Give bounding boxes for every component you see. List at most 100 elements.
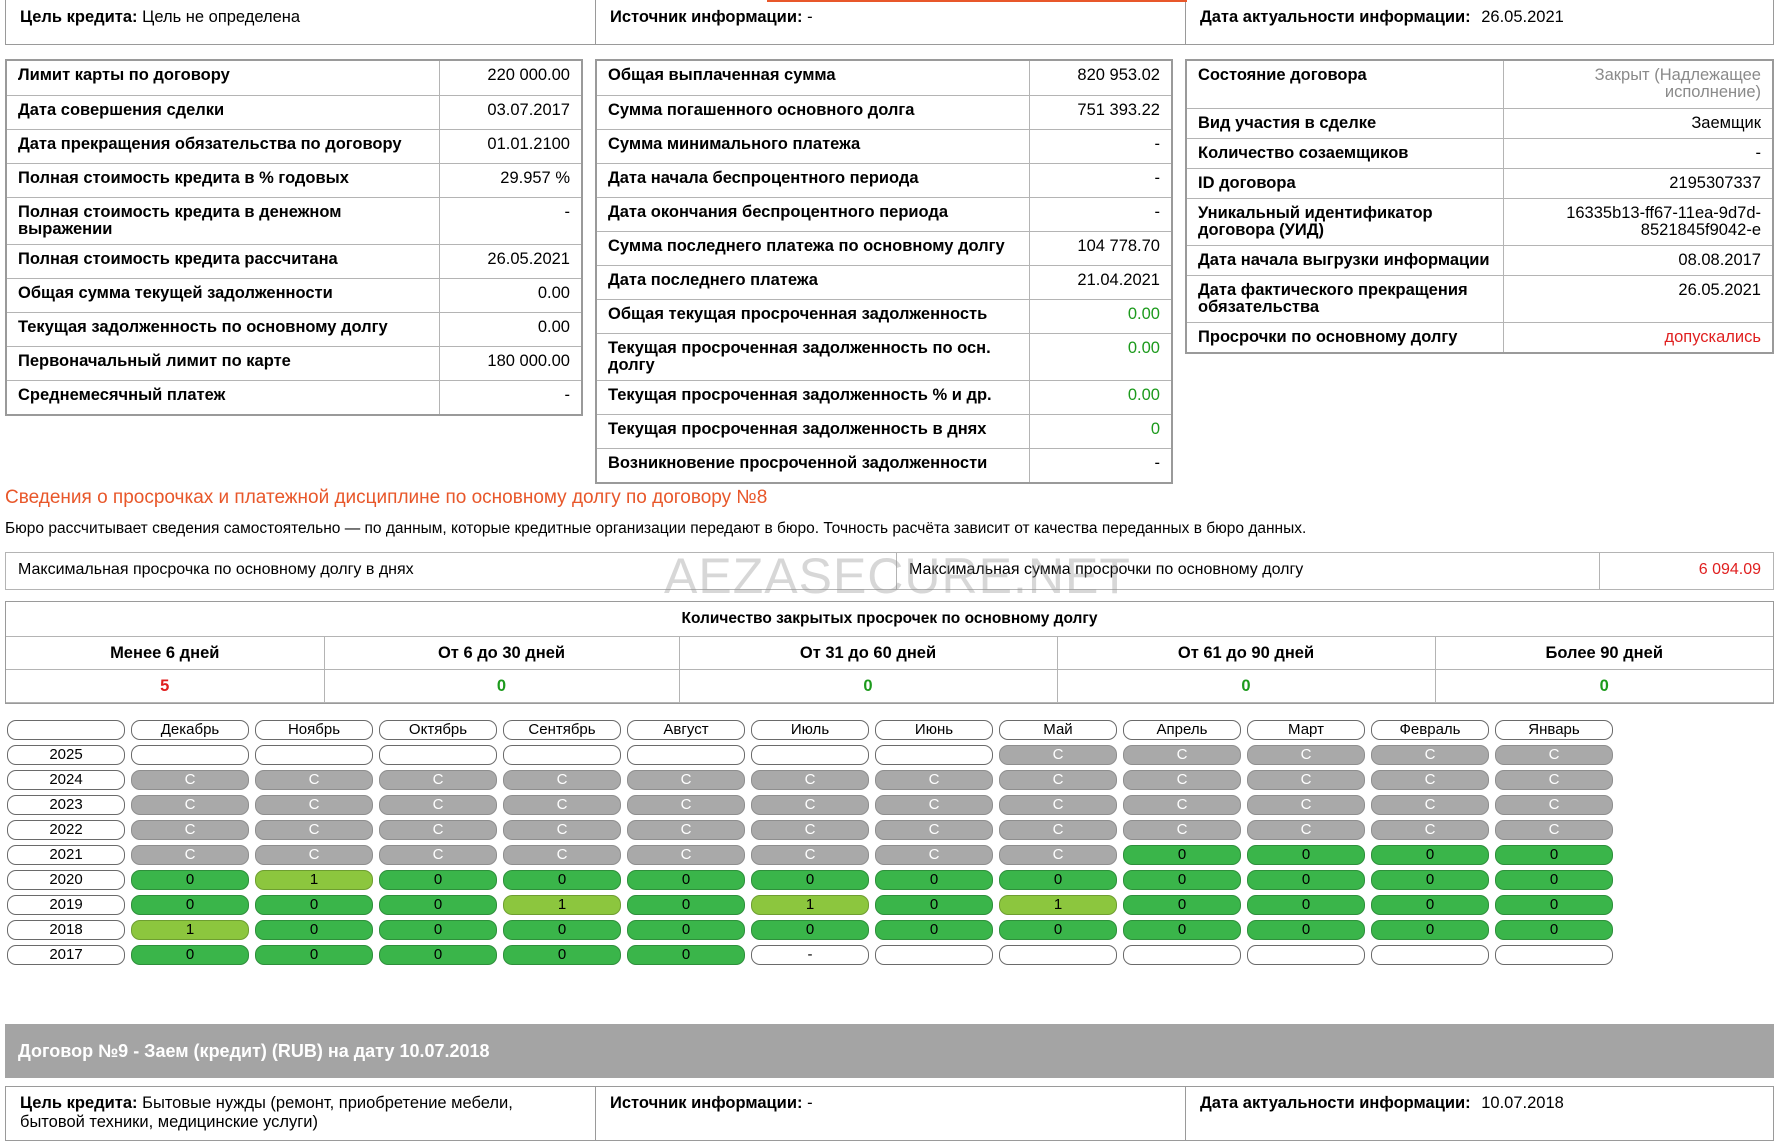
calendar-cell: 0 <box>627 895 745 915</box>
kv-label: Текущая просроченная задолженность по ос… <box>597 332 1030 381</box>
calendar-cell: C <box>255 770 373 790</box>
contract-9-source-label: Источник информации: <box>610 1094 803 1112</box>
calendar-cell: 1 <box>255 870 373 890</box>
closed-overdue-value: 0 <box>323 669 680 703</box>
kv-value: 104 778.70 <box>1028 230 1171 266</box>
calendar-cell: 0 <box>1371 895 1489 915</box>
kv-row: Просрочки по основному долгу допускались <box>1187 321 1772 352</box>
calendar-cell: C <box>503 770 621 790</box>
closed-overdue-title: Количество закрытых просрочек по основно… <box>6 602 1773 637</box>
kv-value: - <box>1028 196 1171 232</box>
kv-row: Возникновение просроченной задолженности… <box>597 447 1171 482</box>
kv-value: 0.00 <box>438 311 581 347</box>
calendar-cell: C <box>875 770 993 790</box>
closed-overdue-header: От 31 до 60 дней <box>678 636 1058 670</box>
kv-value: 0.00 <box>1028 332 1171 381</box>
calendar-month-header: Май <box>999 720 1117 740</box>
kv-label: Текущая просроченная задолженность % и д… <box>597 379 1030 415</box>
calendar-cell: 0 <box>379 895 497 915</box>
calendar-cell: C <box>627 845 745 865</box>
calendar-cell: 0 <box>255 920 373 940</box>
contract-info-strip: Цель кредита: Цель не определена Источни… <box>5 0 1774 45</box>
info-source-value: - <box>807 8 813 26</box>
calendar-cell: 0 <box>379 870 497 890</box>
calendar-month-header: Июнь <box>875 720 993 740</box>
calendar-month-header: Декабрь <box>131 720 249 740</box>
calendar-cell: 0 <box>379 945 497 965</box>
calendar-cell <box>1371 945 1489 965</box>
kv-value: 0 <box>1028 413 1171 449</box>
calendar-cell: C <box>751 845 869 865</box>
kv-label: Общая текущая просроченная задолженность <box>597 298 1030 334</box>
kv-label: Количество созаемщиков <box>1187 137 1504 169</box>
calendar-month-header: Апрель <box>1123 720 1241 740</box>
calendar-cell: 0 <box>503 920 621 940</box>
calendar-cell: C <box>255 795 373 815</box>
closed-overdue-header: Более 90 дней <box>1434 636 1773 670</box>
watermark: AEZASECURE.NET <box>664 548 1131 604</box>
credit-purpose-value: Цель не определена <box>142 8 301 26</box>
calendar-cell: C <box>379 845 497 865</box>
kv-value: 21.04.2021 <box>1028 264 1171 300</box>
calendar-cell: C <box>255 845 373 865</box>
kv-row: Полная стоимость кредита рассчитана 26.05… <box>7 243 581 279</box>
kv-row: Общая сумма текущей задолженности 0.00 <box>7 277 581 313</box>
kv-value: - <box>1028 128 1171 164</box>
kv-value: 03.07.2017 <box>438 94 581 130</box>
calendar-cell: 0 <box>751 920 869 940</box>
kv-row: Текущая просроченная задолженность % и д… <box>597 379 1171 415</box>
kv-value: 0.00 <box>1028 379 1171 415</box>
closed-overdue-header: От 6 до 30 дней <box>323 636 680 670</box>
kv-row: Дата прекращения обязательства по догово… <box>7 128 581 164</box>
kv-row: ID договора 2195307337 <box>1187 167 1772 199</box>
kv-value: допускались <box>1502 321 1772 352</box>
calendar-month-header: Ноябрь <box>255 720 373 740</box>
calendar-cell: 0 <box>627 920 745 940</box>
calendar-cell: C <box>999 845 1117 865</box>
kv-label: Дата последнего платежа <box>597 264 1030 300</box>
calendar-month-header: Февраль <box>1371 720 1489 740</box>
contract-status-table: Состояние договора Закрыт (Надлежащее исп… <box>1185 59 1774 354</box>
calendar-cell: C <box>255 820 373 840</box>
calendar-cell: C <box>999 770 1117 790</box>
kv-value: Закрыт (Надлежащее исполнение) <box>1502 61 1772 109</box>
contract-9-source-value: - <box>807 1094 813 1112</box>
calendar-cell <box>379 745 497 765</box>
info-date-label: Дата актуальности информации: <box>1200 8 1471 26</box>
kv-label: Дата начала выгрузки информации <box>1187 244 1504 276</box>
kv-row: Общая выплаченная сумма 820 953.02 <box>597 61 1171 96</box>
calendar-cell: C <box>1495 745 1613 765</box>
kv-label: Полная стоимость кредита рассчитана <box>7 243 440 279</box>
calendar-cell: C <box>999 745 1117 765</box>
kv-value: 220 000.00 <box>438 61 581 96</box>
calendar-cell: 0 <box>1123 845 1241 865</box>
kv-value: 2195307337 <box>1502 167 1772 199</box>
calendar-cell: 0 <box>1123 870 1241 890</box>
kv-value: - <box>1028 447 1171 482</box>
kv-label: Дата прекращения обязательства по догово… <box>7 128 440 164</box>
calendar-month-header: Январь <box>1495 720 1613 740</box>
info-source-label: Источник информации: <box>610 8 803 26</box>
kv-label: Полная стоимость кредита в денежном выра… <box>7 196 440 245</box>
closed-overdue-header: Менее 6 дней <box>6 636 325 670</box>
calendar-month-header: Июль <box>751 720 869 740</box>
payment-details-table: Общая выплаченная сумма 820 953.02 Сумма п… <box>595 59 1173 484</box>
calendar-cell: 0 <box>1247 920 1365 940</box>
contract-9-purpose: Цель кредита: Бытовые нужды (ремонт, при… <box>6 1087 596 1140</box>
kv-row: Сумма последнего платежа по основному до… <box>597 230 1171 266</box>
kv-row: Состояние договора Закрыт (Надлежащее исп… <box>1187 61 1772 109</box>
kv-value: 820 953.02 <box>1028 61 1171 96</box>
calendar-year-label: 2020 <box>7 870 125 890</box>
calendar-cell: C <box>875 820 993 840</box>
calendar-cell: C <box>503 845 621 865</box>
kv-row: Дата начала выгрузки информации 08.08.201… <box>1187 244 1772 276</box>
calendar-cell <box>999 945 1117 965</box>
contract-9-date: Дата актуальности информации: 10.07.2018 <box>1186 1087 1775 1140</box>
kv-label: Полная стоимость кредита в % годовых <box>7 162 440 198</box>
calendar-cell: 0 <box>999 870 1117 890</box>
kv-label: Дата совершения сделки <box>7 94 440 130</box>
calendar-year-label: 2019 <box>7 895 125 915</box>
calendar-cell <box>255 745 373 765</box>
calendar-cell: 0 <box>503 945 621 965</box>
kv-row: Текущая задолженность по основному долгу… <box>7 311 581 347</box>
